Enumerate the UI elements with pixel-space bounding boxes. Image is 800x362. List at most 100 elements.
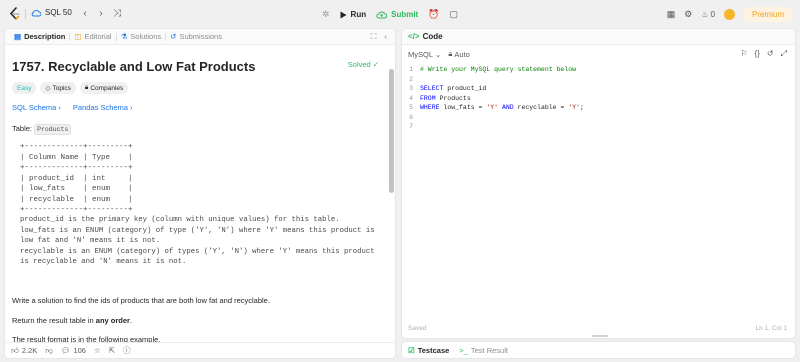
task-text: Write a solution to find the ids of prod… [12, 296, 270, 305]
help-icon: ⓘ [122, 346, 131, 355]
schema-links: SQL Schema › Pandas Schema › [12, 103, 133, 112]
expand-icon[interactable]: ⤢ [781, 49, 787, 59]
flask-icon: ⚗ [120, 32, 128, 41]
scrollbar[interactable] [389, 69, 394, 193]
run-submit-group: ✲ Run Submit ⏰ ▢ [322, 6, 458, 23]
testcase-panel: ☑ Testcase >_ Test Result [401, 341, 796, 359]
reset-icon[interactable]: ↺ [767, 49, 774, 59]
tab-editorial[interactable]: ◫ Editorial [70, 32, 115, 41]
panel-controls: ⛶ ‹ [371, 32, 395, 42]
thumbs-down-icon: 👎︎ [45, 345, 53, 355]
line-number: 3 [409, 85, 413, 92]
code-line[interactable]: 4 FROM Products [402, 94, 795, 104]
line-number: 5 [409, 104, 413, 111]
maximize-icon[interactable]: ⛶ [371, 32, 377, 42]
code-line[interactable]: 6 [402, 113, 795, 123]
streak[interactable]: ♨ 0 [701, 10, 715, 19]
auto-label: Auto [454, 49, 470, 59]
star-icon: ☆ [93, 346, 101, 355]
streak-count: 0 [710, 10, 715, 19]
description-footer: 👍︎ 2.2K 👎︎ 💬︎ 106 ☆ ⇱ ⓘ [5, 342, 395, 358]
comments-button[interactable]: 💬︎ 106 [61, 346, 86, 355]
submit-label: Submit [391, 10, 419, 19]
code-editor[interactable]: 1 # Write your MySQL query statement belo… [402, 65, 795, 132]
divider [25, 9, 26, 19]
tab-solutions[interactable]: ⚗ Solutions [117, 32, 166, 41]
code-line[interactable]: 7 [402, 122, 795, 132]
tag-row: Easy ◇ Topics 🔒︎ Companies [12, 82, 129, 94]
next-problem-icon[interactable]: › [95, 8, 107, 20]
layout-icon[interactable]: ▦ [667, 9, 676, 20]
problem-list-button[interactable]: SQL 50 [31, 8, 72, 17]
dislike-button[interactable]: 👎︎ [45, 346, 53, 356]
share-icon: ⇱ [108, 346, 115, 355]
comment-count: 106 [73, 346, 86, 355]
tag-icon: ◇ [45, 85, 51, 92]
comment-icon: 💬︎ [60, 346, 71, 355]
leetcode-logo[interactable] [8, 7, 22, 21]
history-icon: ↺ [170, 32, 177, 41]
play-icon [340, 11, 347, 18]
test-result-label: Test Result [470, 345, 508, 355]
auto-mode[interactable]: 🔒︎ Auto [448, 49, 469, 59]
prev-problem-icon[interactable]: ‹ [79, 8, 91, 20]
code-text: FROM Products [420, 94, 471, 104]
line-number: 4 [409, 94, 413, 102]
table-label: Table: [12, 124, 35, 133]
alarm-icon[interactable]: ⏰ [428, 9, 439, 20]
tab-submissions[interactable]: ↺ Submissions [166, 32, 226, 41]
code-panel: </> Code MySQL ⌄ 🔒︎ Auto ⚐ {} ↺ ⤢ 1 # Wri… [401, 28, 796, 339]
code-line[interactable]: 2 [402, 75, 795, 85]
code-line[interactable]: 3 SELECT product_id [402, 84, 795, 94]
topics-tag[interactable]: ◇ Topics [40, 82, 76, 94]
description-panel: ▤ Description ◫ Editorial ⚗ Solutions ↺ … [4, 28, 396, 359]
premium-button[interactable]: Premium [743, 7, 792, 22]
star-button[interactable]: ☆ [94, 346, 101, 355]
code-token: recyclable = [513, 104, 569, 111]
note-icon[interactable]: ▢ [449, 9, 458, 20]
testcase-tabs: ☑ Testcase >_ Test Result [402, 342, 795, 358]
code-tab-label[interactable]: Code [423, 32, 443, 41]
line-number: 2 [409, 75, 413, 83]
tab-test-result[interactable]: >_ Test Result [459, 346, 508, 355]
code-token: FROM [420, 94, 436, 102]
lock-icon: 🔒︎ [448, 49, 453, 58]
table-heading: Table: Products [12, 124, 72, 135]
run-button[interactable]: Run [340, 10, 366, 19]
code-line[interactable]: 5 WHERE low_fats = 'Y' AND recyclable = '… [402, 103, 795, 113]
tab-description-label: Description [24, 32, 66, 41]
resize-handle[interactable] [592, 335, 608, 337]
help-button[interactable]: ⓘ [123, 345, 131, 356]
language-row: MySQL ⌄ 🔒︎ Auto [408, 49, 470, 59]
braces-icon[interactable]: {} [755, 49, 760, 59]
check-circle-icon: ✓ [372, 60, 379, 69]
code-token: SELECT [420, 85, 444, 92]
like-button[interactable]: 👍︎ 2.2K [11, 346, 37, 356]
avatar[interactable] [723, 9, 735, 20]
topics-label: Topics [52, 84, 71, 92]
code-text: # Write your MySQL query statement below [420, 65, 576, 75]
share-button[interactable]: ⇱ [109, 346, 115, 355]
debug-icon[interactable]: ✲ [322, 9, 330, 20]
line-number: 7 [409, 123, 413, 130]
language-select[interactable]: MySQL ⌄ [408, 50, 441, 59]
sql-schema-link[interactable]: SQL Schema › [12, 103, 61, 112]
testcase-label: Testcase [417, 345, 450, 355]
shuffle-icon[interactable]: ⤨ [111, 8, 123, 20]
companies-tag[interactable]: 🔒︎ Companies [79, 82, 129, 94]
pandas-schema-link[interactable]: Pandas Schema › [73, 103, 133, 112]
tab-testcase[interactable]: ☑ Testcase [408, 346, 449, 355]
cursor-position: Ln 1, Col 1 [755, 325, 787, 332]
code-text: SELECT product_id [420, 84, 486, 94]
bookmark-icon[interactable]: ⚐ [740, 49, 747, 59]
code-line[interactable]: 1 # Write your MySQL query statement belo… [402, 65, 795, 75]
top-bar: SQL 50 ‹ › ⤨ ✲ Run Submit ⏰ ▢ ▦ ⚙ ♨ 0 Pr… [0, 0, 800, 28]
problem-list-label: SQL 50 [45, 8, 72, 17]
book-icon: ◫ [74, 32, 82, 41]
tab-description[interactable]: ▤ Description [10, 32, 69, 41]
fire-icon: ♨ [701, 10, 709, 19]
collapse-icon[interactable]: ‹ [384, 32, 387, 42]
schema-description: product_id is the primary key (column wi… [20, 216, 375, 266]
submit-button[interactable]: Submit [376, 10, 418, 19]
settings-icon[interactable]: ⚙ [684, 9, 692, 20]
